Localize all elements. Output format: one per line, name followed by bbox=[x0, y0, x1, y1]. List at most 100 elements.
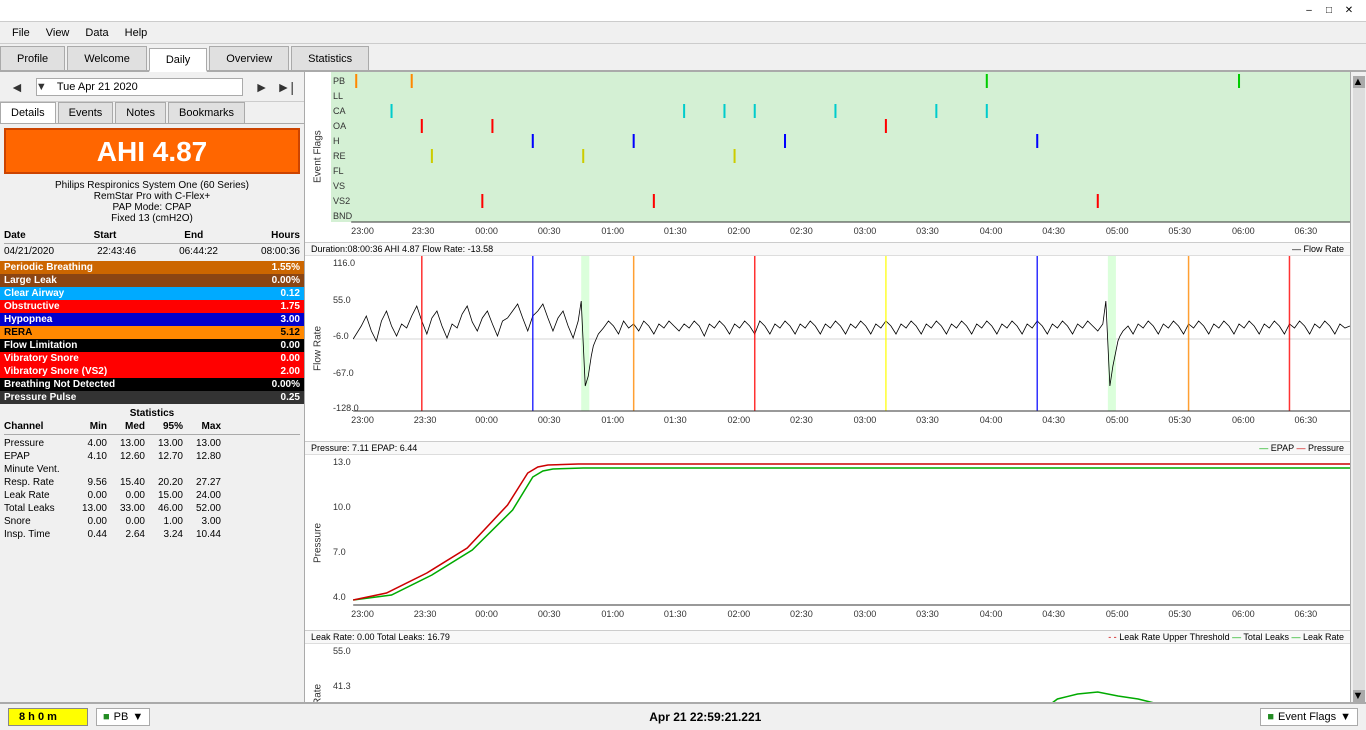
svg-text:02:00: 02:00 bbox=[728, 415, 751, 425]
event-row: Hypopnea3.00 bbox=[0, 313, 304, 326]
next-button[interactable]: ► bbox=[251, 79, 273, 95]
event-label: Large Leak bbox=[4, 275, 57, 286]
ch-med bbox=[107, 464, 145, 475]
ch-max: 12.80 bbox=[183, 451, 221, 462]
device-line2: RemStar Pro with C-Flex+ bbox=[8, 191, 296, 202]
svg-text:03:00: 03:00 bbox=[854, 415, 877, 425]
menu-view[interactable]: View bbox=[38, 25, 78, 41]
ch-p95: 13.00 bbox=[145, 438, 183, 449]
prev-button[interactable]: ◄ bbox=[6, 79, 28, 95]
svg-text:23:00: 23:00 bbox=[351, 226, 374, 236]
svg-text:01:30: 01:30 bbox=[664, 609, 687, 619]
ch-name: EPAP bbox=[4, 451, 69, 462]
flow-rate-header: Duration:08:00:36 AHI 4.87 Flow Rate: -1… bbox=[311, 244, 493, 254]
minimize-button[interactable]: – bbox=[1300, 3, 1318, 19]
session-hours: 08:00:36 bbox=[261, 246, 300, 257]
svg-text:04:30: 04:30 bbox=[1042, 226, 1065, 236]
subtab-bookmarks[interactable]: Bookmarks bbox=[168, 102, 245, 123]
flow-rate-legend: — Flow Rate bbox=[1292, 244, 1344, 254]
tab-profile[interactable]: Profile bbox=[0, 46, 65, 70]
event-value: 0.00 bbox=[281, 353, 300, 364]
ch-med: 15.40 bbox=[107, 477, 145, 488]
event-value: 0.25 bbox=[281, 392, 300, 403]
tab-welcome[interactable]: Welcome bbox=[67, 46, 147, 70]
leak-rate-ylabel: Rate bbox=[305, 644, 331, 702]
svg-text:01:30: 01:30 bbox=[664, 415, 687, 425]
svg-text:55.0: 55.0 bbox=[333, 646, 351, 656]
col-p95: 95% bbox=[145, 421, 183, 432]
svg-text:02:30: 02:30 bbox=[790, 226, 813, 236]
tab-overview[interactable]: Overview bbox=[209, 46, 289, 70]
tab-daily[interactable]: Daily bbox=[149, 48, 207, 72]
duration-display: 8 h 0 m bbox=[8, 708, 88, 726]
ch-name: Resp. Rate bbox=[4, 477, 69, 488]
ch-max: 52.00 bbox=[183, 503, 221, 514]
event-label: Vibratory Snore bbox=[4, 353, 79, 364]
ch-name: Total Leaks bbox=[4, 503, 69, 514]
event-flags-selector[interactable]: ■ Event Flags ▼ bbox=[1260, 708, 1358, 726]
last-button[interactable]: ►| bbox=[273, 79, 299, 95]
svg-text:06:00: 06:00 bbox=[1232, 415, 1255, 425]
date-input[interactable] bbox=[36, 78, 243, 96]
timestamp: Apr 21 22:59:21.221 bbox=[150, 710, 1260, 724]
svg-text:00:00: 00:00 bbox=[475, 415, 498, 425]
event-row: Pressure Pulse0.25 bbox=[0, 391, 304, 404]
ch-p95: 46.00 bbox=[145, 503, 183, 514]
svg-text:04:00: 04:00 bbox=[980, 415, 1003, 425]
session-info: Date Start End Hours 04/21/2020 22:43:46… bbox=[4, 230, 300, 257]
col-med: Med bbox=[107, 421, 145, 432]
svg-text:00:30: 00:30 bbox=[538, 415, 561, 425]
event-row: RERA5.12 bbox=[0, 326, 304, 339]
scroll-up[interactable]: ▲ bbox=[1353, 76, 1365, 88]
ch-med: 12.60 bbox=[107, 451, 145, 462]
svg-text:41.3: 41.3 bbox=[333, 681, 351, 691]
svg-text:CA: CA bbox=[333, 106, 346, 116]
ch-min: 4.10 bbox=[69, 451, 107, 462]
menubar: File View Data Help bbox=[0, 22, 1366, 44]
subtab-notes[interactable]: Notes bbox=[115, 102, 166, 123]
event-row: Obstructive1.75 bbox=[0, 300, 304, 313]
subtab-events[interactable]: Events bbox=[58, 102, 114, 123]
tab-statistics[interactable]: Statistics bbox=[291, 46, 369, 70]
scroll-down[interactable]: ▼ bbox=[1353, 690, 1365, 702]
leak-rate-chart: Leak Rate: 0.00 Total Leaks: 16.79 - - L… bbox=[305, 631, 1350, 702]
menu-file[interactable]: File bbox=[4, 25, 38, 41]
svg-text:23:30: 23:30 bbox=[412, 226, 435, 236]
ch-name: Insp. Time bbox=[4, 529, 69, 540]
event-value: 1.55% bbox=[272, 262, 300, 273]
event-value: 0.00 bbox=[281, 340, 300, 351]
svg-text:FL: FL bbox=[333, 166, 344, 176]
svg-text:23:00: 23:00 bbox=[351, 415, 374, 425]
event-flags-chart: Event Flags PB LL CA OA H RE FL VS bbox=[305, 72, 1350, 243]
ch-p95: 1.00 bbox=[145, 516, 183, 527]
ch-max: 3.00 bbox=[183, 516, 221, 527]
svg-text:05:30: 05:30 bbox=[1168, 609, 1191, 619]
svg-text:LL: LL bbox=[333, 91, 343, 101]
event-row: Large Leak0.00% bbox=[0, 274, 304, 287]
session-end-label: End bbox=[184, 230, 203, 241]
menu-help[interactable]: Help bbox=[117, 25, 156, 41]
svg-text:03:00: 03:00 bbox=[854, 609, 877, 619]
svg-text:01:00: 01:00 bbox=[601, 415, 624, 425]
pb-selector[interactable]: ■ PB ▼ bbox=[96, 708, 150, 726]
channel-row: Insp. Time 0.44 2.64 3.24 10.44 bbox=[4, 528, 300, 541]
ch-min: 0.00 bbox=[69, 490, 107, 501]
maximize-button[interactable]: □ bbox=[1320, 3, 1338, 19]
close-button[interactable]: ✕ bbox=[1340, 3, 1358, 19]
svg-text:05:00: 05:00 bbox=[1106, 609, 1129, 619]
menu-data[interactable]: Data bbox=[77, 25, 116, 41]
ch-min: 0.00 bbox=[69, 516, 107, 527]
ch-med: 2.64 bbox=[107, 529, 145, 540]
svg-text:01:00: 01:00 bbox=[601, 609, 624, 619]
svg-text:VS: VS bbox=[333, 181, 345, 191]
right-scrollbar[interactable]: ▲ ▼ bbox=[1350, 72, 1366, 702]
leak-rate-header: Leak Rate: 0.00 Total Leaks: 16.79 bbox=[311, 632, 450, 642]
ch-med: 33.00 bbox=[107, 503, 145, 514]
ch-min bbox=[69, 464, 107, 475]
leak-rate-area: 55.0 41.3 23:00 23:30 00:00 00:30 01:00 … bbox=[331, 644, 1350, 702]
subtab-details[interactable]: Details bbox=[0, 102, 56, 123]
ch-med: 13.00 bbox=[107, 438, 145, 449]
svg-text:VS2: VS2 bbox=[333, 196, 350, 206]
ch-max: 27.27 bbox=[183, 477, 221, 488]
flow-rate-area: 116.0 55.0 -6.0 -67.0 -128.0 bbox=[331, 256, 1350, 441]
